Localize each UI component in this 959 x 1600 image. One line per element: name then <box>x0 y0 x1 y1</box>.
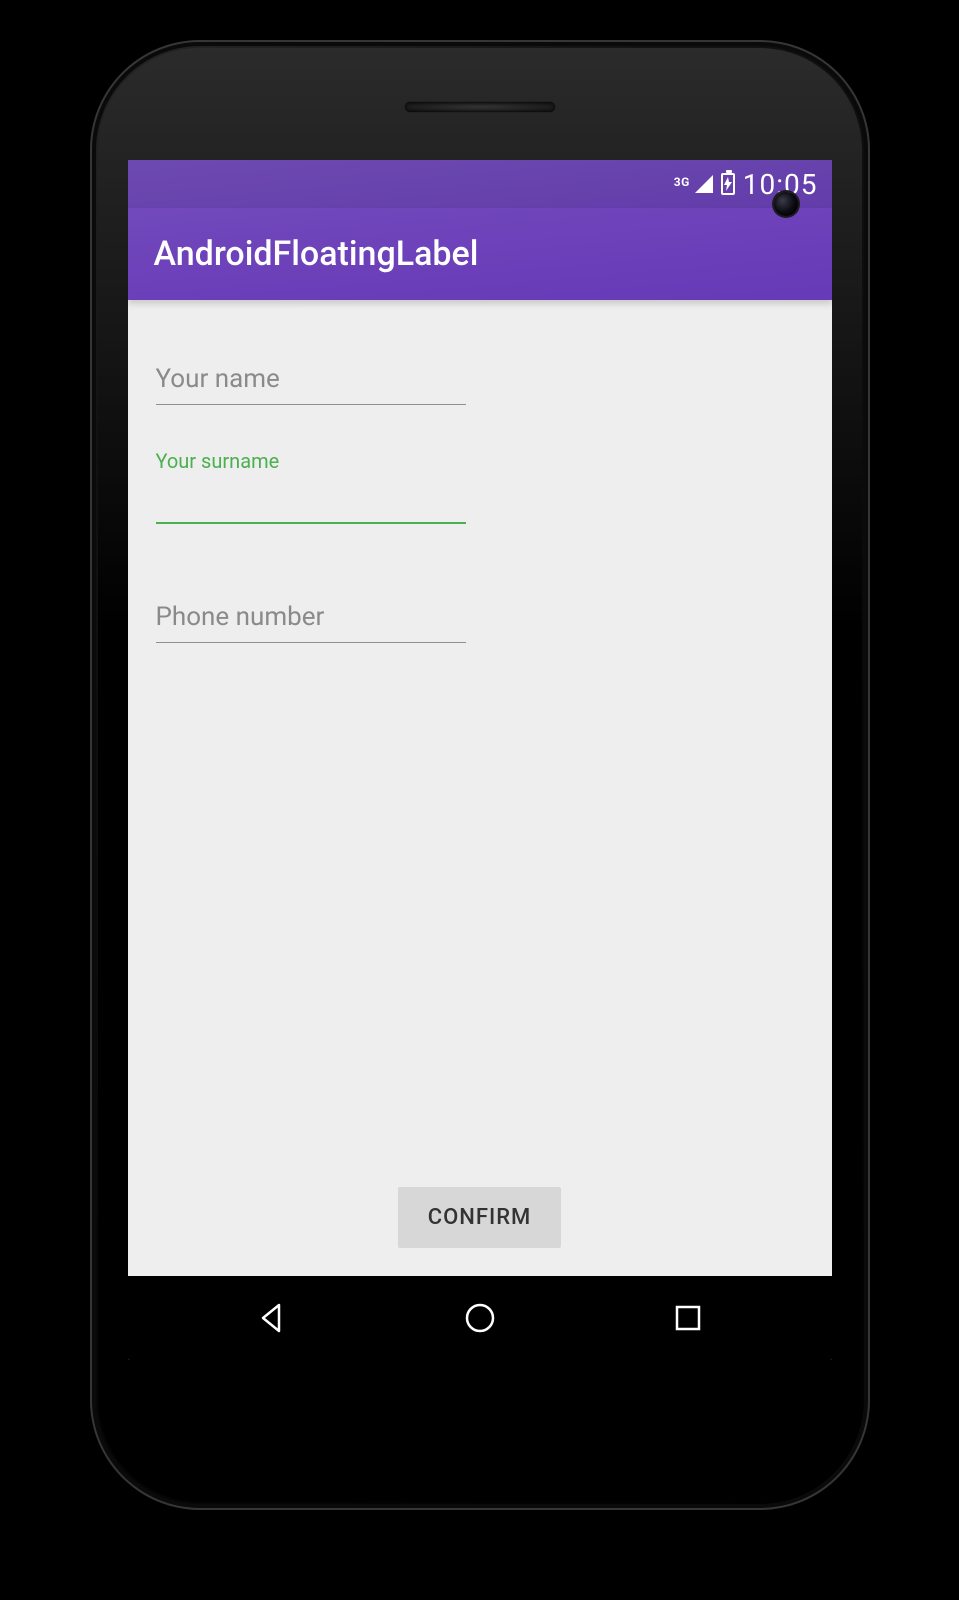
phone-screen: 3G 10:05 AndroidFloatingLabel Your name … <box>128 160 832 1360</box>
spacer <box>156 687 804 1187</box>
network-indicator: 3G <box>674 175 713 193</box>
battery-icon <box>721 173 735 195</box>
network-label: 3G <box>674 175 690 189</box>
recent-icon <box>673 1303 703 1333</box>
confirm-button[interactable]: CONFIRM <box>398 1187 562 1248</box>
back-icon <box>255 1301 289 1335</box>
nav-recent-button[interactable] <box>666 1296 710 1340</box>
phone-input[interactable] <box>156 596 466 643</box>
phone-frame: 3G 10:05 AndroidFloatingLabel Your name … <box>90 40 870 1510</box>
status-bar: 3G 10:05 <box>128 160 832 208</box>
phone-camera <box>774 192 798 216</box>
app-title: AndroidFloatingLabel <box>154 234 479 274</box>
app-bar: AndroidFloatingLabel <box>128 208 832 300</box>
content-area: Your name Your surname Phone number CONF… <box>128 300 832 1276</box>
navigation-bar <box>128 1276 832 1360</box>
home-icon <box>463 1301 497 1335</box>
surname-field: Your surname <box>156 449 466 524</box>
phone-speaker <box>405 102 555 112</box>
signal-icon <box>695 175 713 193</box>
surname-float-label: Your surname <box>156 449 466 471</box>
nav-back-button[interactable] <box>250 1296 294 1340</box>
confirm-row: CONFIRM <box>156 1187 804 1252</box>
name-input[interactable] <box>156 358 466 405</box>
surname-input[interactable] <box>156 477 466 524</box>
nav-home-button[interactable] <box>458 1296 502 1340</box>
battery-charging-icon <box>723 175 733 193</box>
phone-field: Phone number <box>156 568 466 643</box>
name-field: Your name <box>156 330 466 405</box>
